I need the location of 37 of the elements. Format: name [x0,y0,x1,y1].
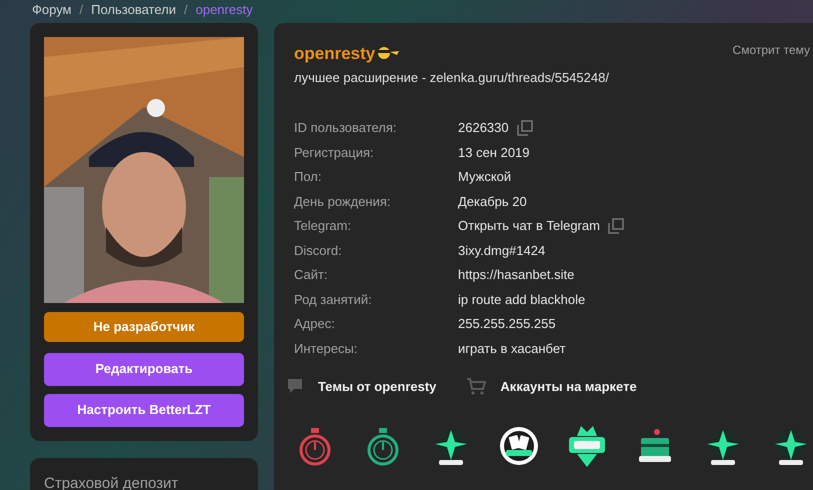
field-label: Род занятий: [294,290,373,309]
field-value: 3ixy.dmg#1424 [458,242,546,260]
sunglasses-emoji-icon [377,47,400,60]
copy-icon[interactable] [608,218,624,234]
field-value: Мужской [458,168,512,186]
breadcrumb-link[interactable]: Пользователи [91,0,176,20]
breadcrumb-separator: / [184,1,188,19]
breadcrumb-separator: / [80,1,84,19]
profile-tab[interactable]: Аккаунты на маркете [466,376,637,396]
field-value: 13 сен 2019 [458,144,530,162]
field-value: играть в хасанбет [458,340,566,358]
field-value: 2626330 [458,119,509,137]
field-value: ip route add blackhole [458,290,586,309]
field-value: https://hasanbet.site [458,266,574,284]
breadcrumb-link[interactable]: Форум [32,0,72,20]
field-label: День рождения: [294,192,392,211]
field-label: Пол: [294,168,322,186]
field-label: Интересы: [294,340,358,358]
field-label: Адрес: [294,315,336,333]
field-value: Открыть чат в Telegram [458,217,600,235]
activity-text: Смотрит тему [732,42,810,58]
user-status: лучшее расширение - zelenka.guru/threads/5545248/ [294,69,610,87]
cart-icon [466,377,486,396]
copy-icon[interactable] [516,120,533,136]
speech-bubble-icon [286,377,304,396]
field-label: Сайт: [294,266,329,284]
field-label: Telegram: [294,217,352,235]
field-label: ID пользователя: [294,119,398,137]
field-label: Discord: [294,242,343,260]
field-value: 255.255.255.255 [458,315,556,333]
profile-tab[interactable]: Темы от openresty [286,376,436,396]
status-button[interactable]: Не разработчик [44,312,244,342]
username: openresty [294,42,376,64]
action-button[interactable]: Настроить BetterLZT [44,394,244,426]
field-label: Регистрация: [294,144,375,162]
field-value: Декабрь 20 [458,192,527,211]
action-button[interactable]: Редактировать [44,352,244,386]
